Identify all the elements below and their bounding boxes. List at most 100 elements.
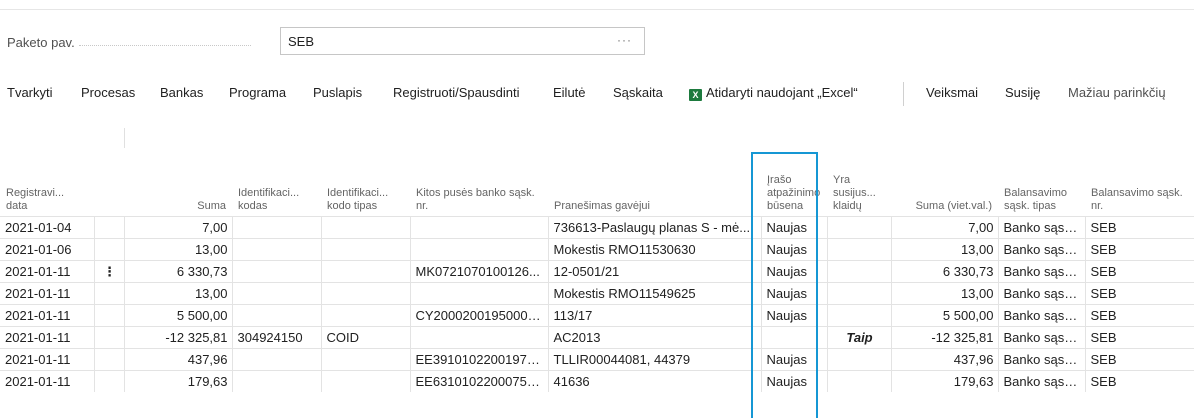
col-header-has-errors[interactable]: Yra susijus... klaidų	[827, 147, 891, 217]
col-header-match-status[interactable]: Įrašo atpažinimo būsena	[761, 147, 827, 217]
cell-has-errors[interactable]: Taip	[827, 326, 892, 349]
cell-amount[interactable]: 7,00	[124, 216, 233, 239]
cell-amount-lcy[interactable]: -12 325,81	[891, 326, 999, 349]
cell-has-errors[interactable]	[827, 216, 892, 239]
cell-amount-lcy[interactable]: 437,96	[891, 348, 999, 371]
table-row[interactable]: 2021-01-04 7,00 736613-Paslaugų planas S -…	[0, 216, 1194, 239]
cell-bal-account-type[interactable]: Banko sąsk...	[998, 326, 1086, 349]
cell-posting-date[interactable]: 2021-01-06	[0, 238, 95, 261]
cell-id-code[interactable]	[232, 216, 322, 239]
cell-message[interactable]: 736613-Paslaugų planas S - mė...	[548, 216, 762, 239]
batch-name-field[interactable]: SEB ···	[280, 27, 645, 55]
cell-row-menu[interactable]	[94, 282, 125, 305]
cell-amount[interactable]: 5 500,00	[124, 304, 233, 327]
action-susije[interactable]: Susiję	[1005, 85, 1040, 100]
cell-posting-date[interactable]: 2021-01-04	[0, 216, 95, 239]
col-header-id-code[interactable]: Identifikaci... kodas	[232, 147, 321, 217]
cell-id-code-type[interactable]	[321, 304, 411, 327]
cell-counterparty-account[interactable]	[410, 282, 549, 305]
cell-id-code[interactable]	[232, 370, 322, 392]
cell-amount-lcy[interactable]: 5 500,00	[891, 304, 999, 327]
cell-posting-date[interactable]: 2021-01-11	[0, 260, 95, 283]
cell-has-errors[interactable]	[827, 282, 892, 305]
cell-bal-account-type[interactable]: Banko sąsk...	[998, 282, 1086, 305]
cell-id-code-type[interactable]	[321, 370, 411, 392]
cell-amount-lcy[interactable]: 179,63	[891, 370, 999, 392]
cell-counterparty-account[interactable]: EE63101022000757...	[410, 370, 549, 392]
cell-has-errors[interactable]	[827, 238, 892, 261]
action-saskaita[interactable]: Sąskaita	[613, 85, 663, 100]
cell-has-errors[interactable]	[827, 370, 892, 392]
cell-id-code-type[interactable]	[321, 216, 411, 239]
col-header-posting-date[interactable]: Registravi... data	[0, 147, 94, 217]
cell-posting-date[interactable]: 2021-01-11	[0, 370, 95, 392]
cell-match-status[interactable]: Naujas	[761, 348, 828, 371]
cell-amount[interactable]: 6 330,73	[124, 260, 233, 283]
cell-bal-account-type[interactable]: Banko sąsk...	[998, 216, 1086, 239]
cell-message[interactable]: TLLIR00044081, 44379	[548, 348, 762, 371]
cell-counterparty-account[interactable]: EE39101022001973...	[410, 348, 549, 371]
cell-counterparty-account[interactable]: MK0721070100126...	[410, 260, 549, 283]
col-header-counterparty-account[interactable]: Kitos pusės banko sąsk. nr.	[410, 147, 548, 217]
cell-id-code[interactable]	[232, 304, 322, 327]
cell-row-menu[interactable]: ⋮	[94, 260, 125, 283]
cell-message[interactable]: Mokestis RMO11549625	[548, 282, 762, 305]
cell-bal-account-no[interactable]: SEB	[1085, 304, 1194, 327]
cell-bal-account-no[interactable]: SEB	[1085, 260, 1194, 283]
cell-has-errors[interactable]	[827, 348, 892, 371]
cell-message[interactable]: Mokestis RMO11530630	[548, 238, 762, 261]
cell-bal-account-type[interactable]: Banko sąsk...	[998, 260, 1086, 283]
cell-amount-lcy[interactable]: 6 330,73	[891, 260, 999, 283]
cell-counterparty-account[interactable]	[410, 238, 549, 261]
cell-bal-account-type[interactable]: Banko sąsk...	[998, 370, 1086, 392]
cell-id-code-type[interactable]	[321, 238, 411, 261]
table-row[interactable]: 2021-01-11 -12 325,81 304924150 COID AC2013 T…	[0, 326, 1194, 349]
cell-row-menu[interactable]	[94, 238, 125, 261]
lookup-ellipsis-button[interactable]: ···	[617, 33, 632, 47]
table-row[interactable]: 2021-01-11 5 500,00 CY20002001950000... 113…	[0, 304, 1194, 327]
open-in-excel-button[interactable]: X Atidaryti naudojant „Excel“	[689, 85, 858, 101]
cell-bal-account-type[interactable]: Banko sąsk...	[998, 304, 1086, 327]
table-row[interactable]: 2021-01-06 13,00 Mokestis RMO11530630 Nauja…	[0, 238, 1194, 261]
cell-message[interactable]: 12-0501/21	[548, 260, 762, 283]
cell-posting-date[interactable]: 2021-01-11	[0, 326, 95, 349]
cell-amount[interactable]: 13,00	[124, 238, 233, 261]
table-row[interactable]: 2021-01-11 179,63 EE63101022000757... 41636…	[0, 370, 1194, 392]
cell-amount[interactable]: 13,00	[124, 282, 233, 305]
cell-has-errors[interactable]	[827, 304, 892, 327]
cell-amount-lcy[interactable]: 13,00	[891, 238, 999, 261]
table-row[interactable]: 2021-01-11 437,96 EE39101022001973... TLLIR…	[0, 348, 1194, 371]
col-header-bal-account-type[interactable]: Balansavimo sąsk. tipas	[998, 147, 1085, 217]
cell-id-code-type[interactable]	[321, 348, 411, 371]
cell-has-errors[interactable]	[827, 260, 892, 283]
table-row[interactable]: 2021-01-11 13,00 Mokestis RMO11549625 Nauja…	[0, 282, 1194, 305]
action-bankas[interactable]: Bankas	[160, 85, 203, 100]
cell-id-code[interactable]	[232, 260, 322, 283]
action-procesas[interactable]: Procesas	[81, 85, 135, 100]
cell-id-code[interactable]	[232, 282, 322, 305]
col-header-bal-account-no[interactable]: Balansavimo sąsk. nr.	[1085, 147, 1194, 217]
cell-match-status[interactable]: Naujas	[761, 216, 828, 239]
cell-match-status[interactable]	[761, 326, 828, 349]
cell-match-status[interactable]: Naujas	[761, 238, 828, 261]
action-eilute[interactable]: Eilutė	[553, 85, 586, 100]
cell-bal-account-no[interactable]: SEB	[1085, 216, 1194, 239]
cell-id-code-type[interactable]: COID	[321, 326, 411, 349]
cell-counterparty-account[interactable]: CY20002001950000...	[410, 304, 549, 327]
cell-posting-date[interactable]: 2021-01-11	[0, 304, 95, 327]
cell-amount[interactable]: 179,63	[124, 370, 233, 392]
cell-row-menu[interactable]	[94, 326, 125, 349]
cell-bal-account-no[interactable]: SEB	[1085, 348, 1194, 371]
cell-row-menu[interactable]	[94, 216, 125, 239]
cell-bal-account-no[interactable]: SEB	[1085, 238, 1194, 261]
cell-id-code[interactable]: 304924150	[232, 326, 322, 349]
col-header-id-code-type[interactable]: Identifikaci... kodo tipas	[321, 147, 410, 217]
col-header-amount-lcy[interactable]: Suma (viet.val.)	[891, 147, 998, 217]
action-registruoti-spausdinti[interactable]: Registruoti/Spausdinti	[393, 85, 519, 100]
cell-message[interactable]: 113/17	[548, 304, 762, 327]
cell-amount[interactable]: -12 325,81	[124, 326, 233, 349]
cell-id-code[interactable]	[232, 348, 322, 371]
cell-bal-account-no[interactable]: SEB	[1085, 282, 1194, 305]
cell-posting-date[interactable]: 2021-01-11	[0, 282, 95, 305]
fewer-options-button[interactable]: Mažiau parinkčių	[1068, 85, 1166, 100]
